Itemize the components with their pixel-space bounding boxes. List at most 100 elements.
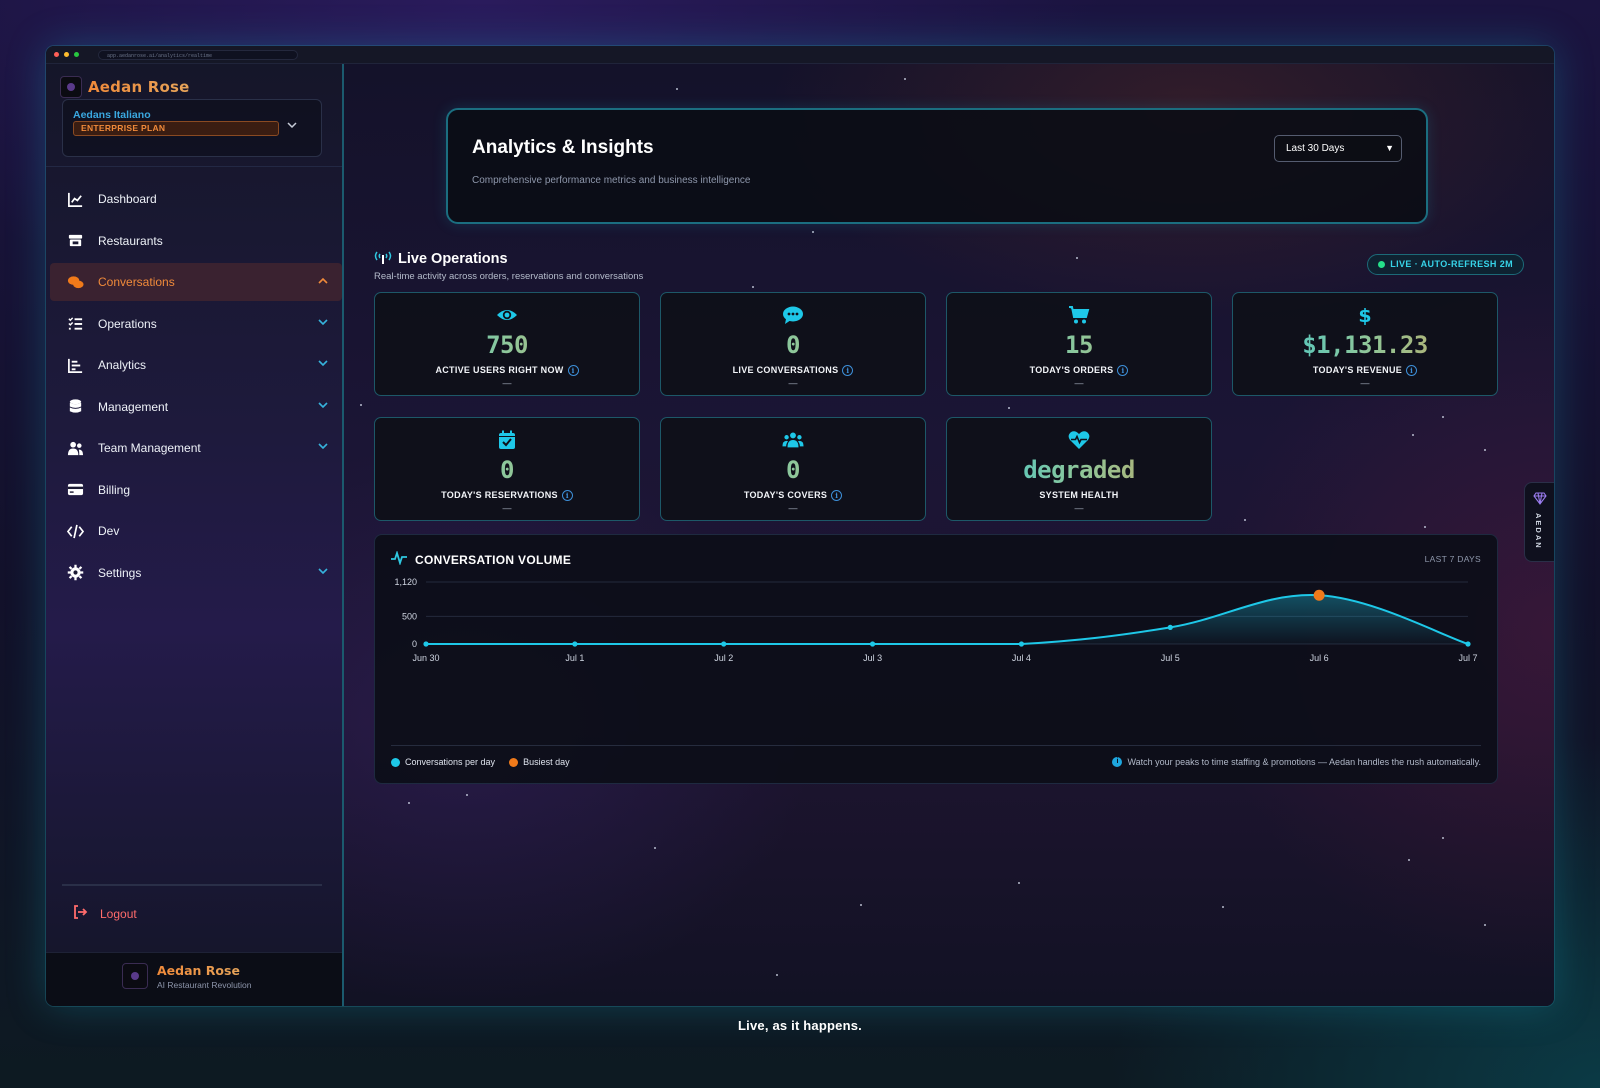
org-switcher[interactable]: Aedans Italiano ENTERPRISE PLAN xyxy=(62,99,322,157)
credit-card-icon xyxy=(64,481,86,498)
app-window: app.aedanrose.ai/analytics/realtime Aeda… xyxy=(46,46,1554,1006)
metric-label-row: TODAY'S RESERVATIONS i xyxy=(375,490,639,502)
chevron-down-icon[interactable] xyxy=(318,566,328,578)
logout-icon xyxy=(72,904,88,923)
metric-card-today-s-covers[interactable]: 0 TODAY'S COVERS i — xyxy=(660,417,926,521)
metric-card-live-conversations[interactable]: 0 LIVE CONVERSATIONS i — xyxy=(660,292,926,396)
data-point xyxy=(423,641,429,647)
chevron-down-icon[interactable] xyxy=(318,317,328,329)
broadcast-icon xyxy=(374,250,392,268)
store-icon xyxy=(64,232,86,249)
calendar-check-icon xyxy=(375,430,639,450)
busiest-day-point xyxy=(1313,589,1325,601)
url-bar[interactable]: app.aedanrose.ai/analytics/realtime xyxy=(98,49,298,60)
diamond-icon xyxy=(1533,492,1547,505)
metric-label: SYSTEM HEALTH xyxy=(1039,490,1119,500)
live-operations-subtitle: Real-time activity across orders, reserv… xyxy=(374,271,644,282)
metric-label-row: LIVE CONVERSATIONS i xyxy=(661,365,925,377)
logout-label: Logout xyxy=(100,906,137,921)
info-icon[interactable]: i xyxy=(842,365,854,377)
metric-label: LIVE CONVERSATIONS xyxy=(732,365,839,375)
close-window-dot[interactable] xyxy=(54,52,59,57)
sidebar-item-label: Dev xyxy=(98,524,120,538)
chart-title-text: CONVERSATION VOLUME xyxy=(415,552,572,567)
chevron-down-icon[interactable] xyxy=(318,358,328,370)
info-icon[interactable]: i xyxy=(831,490,843,502)
sidebar-item-label: Analytics xyxy=(98,358,147,372)
chat-bubbles-icon xyxy=(64,274,86,291)
bar-chart-icon xyxy=(64,357,86,374)
data-point xyxy=(1018,641,1025,647)
sidebar-item-dashboard[interactable]: Dashboard xyxy=(50,180,342,218)
chat-icon xyxy=(661,305,925,325)
chart-legend: Conversations per day Busiest day xyxy=(391,757,570,767)
chevron-up-icon[interactable] xyxy=(318,275,328,287)
metric-value: 0 xyxy=(375,456,639,484)
metric-label: TODAY'S ORDERS xyxy=(1029,365,1114,375)
chevron-down-icon[interactable] xyxy=(287,120,297,132)
database-icon xyxy=(64,398,86,415)
metric-subtext: — xyxy=(788,503,798,513)
maximize-window-dot[interactable] xyxy=(74,52,79,57)
svg-text:$: $ xyxy=(1358,305,1371,325)
sidebar-item-operations[interactable]: Operations xyxy=(50,305,342,343)
sidebar-item-analytics[interactable]: Analytics xyxy=(50,346,342,384)
footer-tagline: AI Restaurant Revolution xyxy=(157,980,252,990)
metric-label-row: TODAY'S COVERS i xyxy=(661,490,925,502)
sidebar-item-label: Team Management xyxy=(98,441,201,455)
minimize-window-dot[interactable] xyxy=(64,52,69,57)
brand-logo-icon xyxy=(60,76,82,98)
series-area-conversations xyxy=(426,595,1468,644)
metric-subtext: — xyxy=(502,503,512,513)
sidebar-item-billing[interactable]: Billing xyxy=(50,471,342,509)
metric-label-row: ACTIVE USERS RIGHT NOW i xyxy=(375,365,639,377)
brand[interactable]: Aedan Rose xyxy=(60,76,190,98)
sidebar-item-team-management[interactable]: Team Management xyxy=(50,429,342,467)
main-content: Analytics & Insights Comprehensive perfo… xyxy=(344,64,1554,1006)
info-icon[interactable]: i xyxy=(567,365,579,377)
sidebar-item-management[interactable]: Management xyxy=(50,388,342,426)
sidebar-item-restaurants[interactable]: Restaurants xyxy=(50,222,342,260)
logout-button[interactable]: Logout xyxy=(72,904,137,923)
y-tick-label: 0 xyxy=(412,639,417,649)
chevron-down-icon[interactable] xyxy=(318,441,328,453)
info-icon[interactable]: i xyxy=(561,490,573,502)
metric-value: 750 xyxy=(375,331,639,359)
sidebar-item-label: Billing xyxy=(98,482,131,497)
legend-item-conversations: Conversations per day xyxy=(391,757,495,767)
date-range-select[interactable]: Last 30 Days ▼ xyxy=(1274,135,1402,162)
info-icon[interactable]: i xyxy=(1406,365,1418,377)
aedan-side-tab[interactable]: AEDAN xyxy=(1524,482,1554,562)
plan-badge: ENTERPRISE PLAN xyxy=(73,121,279,136)
metric-subtext: — xyxy=(1360,378,1370,388)
analytics-header-card: Analytics & Insights Comprehensive perfo… xyxy=(446,108,1428,224)
code-icon xyxy=(64,523,86,540)
y-tick-label: 500 xyxy=(402,611,417,621)
sidebar-footer: Aedan Rose AI Restaurant Revolution xyxy=(46,952,342,1006)
x-tick-label: Jul 5 xyxy=(1161,653,1180,663)
metric-label-row: TODAY'S ORDERS i xyxy=(947,365,1211,377)
sidebar-item-dev[interactable]: Dev xyxy=(50,512,342,550)
info-icon[interactable]: i xyxy=(1117,365,1129,377)
sidebar-item-settings[interactable]: Settings xyxy=(50,554,342,592)
metric-card-system-health[interactable]: degraded SYSTEM HEALTH — xyxy=(946,417,1212,521)
x-tick-label: Jul 4 xyxy=(1012,653,1031,663)
live-operations-header: Live Operations Real-time activity acros… xyxy=(374,250,643,282)
metric-card-today-s-reservations[interactable]: 0 TODAY'S RESERVATIONS i — xyxy=(374,417,640,521)
sidebar-item-conversations[interactable]: Conversations xyxy=(50,263,342,301)
conversation-volume-panel: CONVERSATION VOLUME LAST 7 DAYS 1,120 500… xyxy=(374,534,1498,784)
metric-label: TODAY'S RESERVATIONS xyxy=(441,490,558,500)
metric-card-today-s-orders[interactable]: 15 TODAY'S ORDERS i — xyxy=(946,292,1212,396)
sidebar-item-label: Dashboard xyxy=(98,192,157,206)
x-tick-label: Jul 2 xyxy=(714,653,733,663)
metric-card-today-s-revenue[interactable]: $ $1,131.23 TODAY'S REVENUE i — xyxy=(1232,292,1498,396)
conversation-volume-chart[interactable]: 1,120 500 0 Jun 30 Jul 1 Jul 2 Jul 3 Jul 4 Jul 5… xyxy=(375,571,1499,731)
metric-card-active-users-right-now[interactable]: 750 ACTIVE USERS RIGHT NOW i — xyxy=(374,292,640,396)
sidebar-divider xyxy=(46,166,342,167)
metric-label: TODAY'S COVERS xyxy=(743,490,828,500)
legend-dot-conversations xyxy=(391,757,400,767)
chevron-down-icon[interactable] xyxy=(318,400,328,412)
metric-value: 0 xyxy=(661,331,925,359)
metric-value: 0 xyxy=(661,456,925,484)
metric-subtext: — xyxy=(1074,503,1084,513)
